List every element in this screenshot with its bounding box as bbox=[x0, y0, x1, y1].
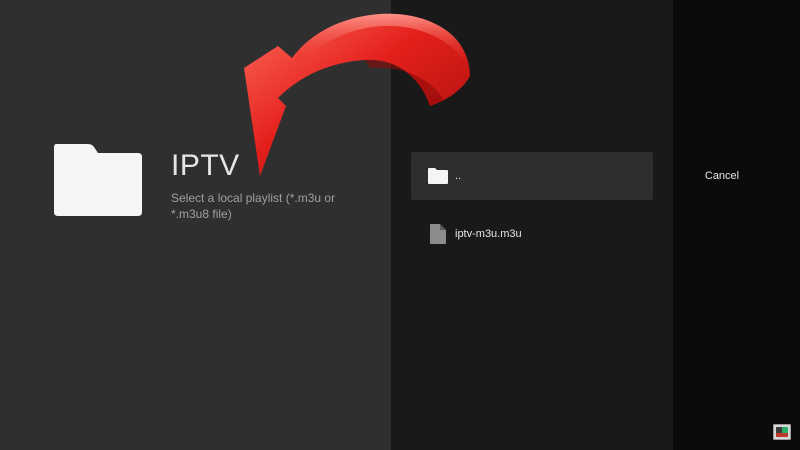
folder-icon bbox=[52, 142, 144, 218]
info-panel bbox=[0, 0, 391, 450]
list-item-parent-directory[interactable]: .. bbox=[411, 152, 653, 200]
folder-icon bbox=[426, 164, 450, 188]
page-subtitle: Select a local playlist (*.m3u or *.m3u8… bbox=[171, 191, 336, 221]
list-item-label: iptv-m3u.m3u bbox=[455, 228, 522, 240]
actions-panel bbox=[673, 0, 800, 450]
page-title: IPTV bbox=[171, 149, 240, 182]
app-badge-icon bbox=[773, 424, 791, 440]
cancel-button[interactable]: Cancel bbox=[690, 163, 754, 189]
file-picker-screen: IPTV Select a local playlist (*.m3u or *… bbox=[0, 0, 800, 450]
list-item-label: .. bbox=[455, 170, 462, 182]
file-icon bbox=[426, 222, 450, 246]
list-item-playlist-file[interactable]: iptv-m3u.m3u bbox=[411, 210, 653, 258]
